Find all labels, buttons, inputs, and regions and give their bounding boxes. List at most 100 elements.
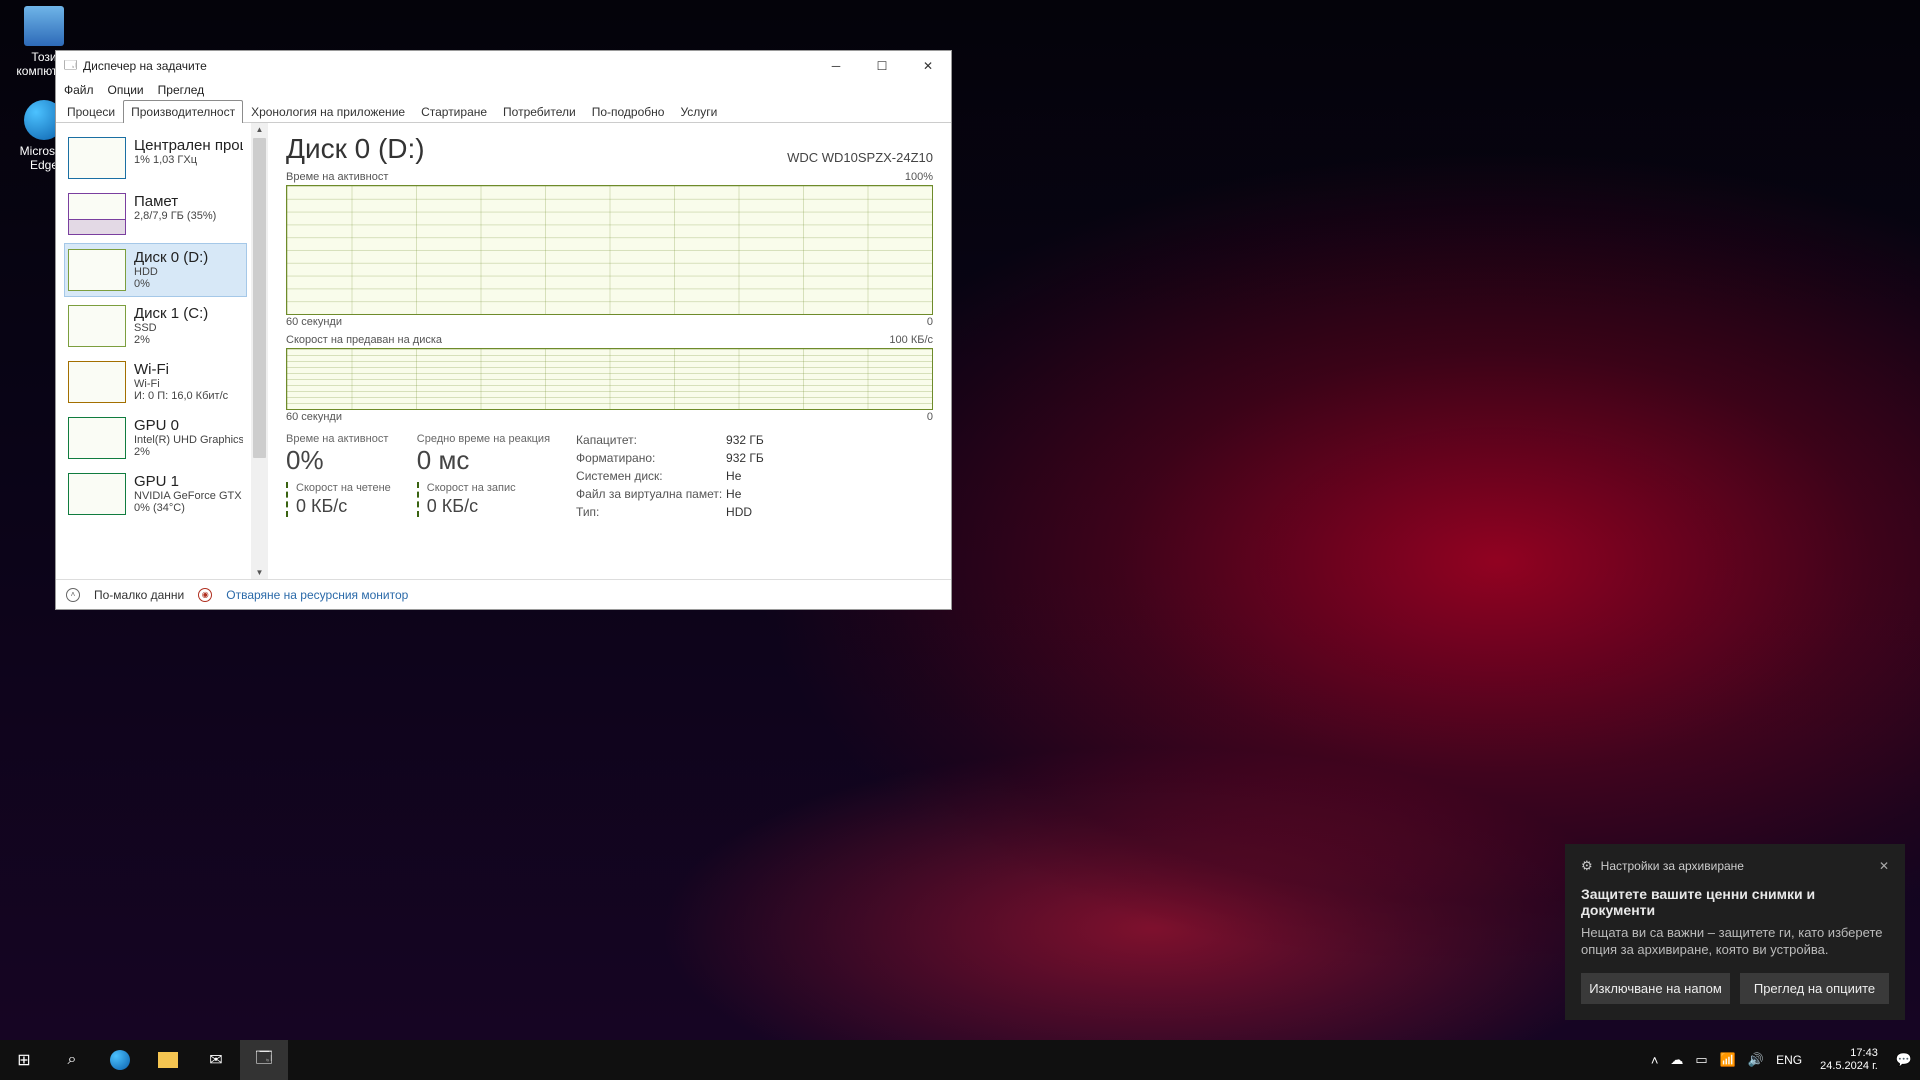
close-button[interactable]: ✕ <box>905 51 951 81</box>
backup-notification: ⚙ Настройки за архивиране ✕ Защитете ваш… <box>1565 844 1905 1020</box>
maximize-button[interactable]: ☐ <box>859 51 905 81</box>
collapse-icon[interactable]: ˄ <box>66 588 80 602</box>
tray-chevron-icon[interactable]: ˄ <box>1651 1053 1659 1068</box>
tab-apphistory[interactable]: Хронология на приложение <box>243 100 413 123</box>
cpu-thumb <box>68 137 126 179</box>
kv-val: HDD <box>726 505 933 519</box>
sidebar-item-label: Памет <box>134 193 243 210</box>
disk-thumb <box>68 305 126 347</box>
sidebar-item-wifi[interactable]: Wi-Fi Wi-Fi И: 0 П: 16,0 Кбит/с <box>64 355 247 409</box>
close-icon[interactable]: ✕ <box>1879 859 1889 873</box>
perf-main: Диск 0 (D:) WDC WD10SPZX-24Z10 Време на … <box>268 123 951 579</box>
chart-xright: 0 <box>927 316 933 328</box>
mem-thumb <box>68 193 126 235</box>
app-icon: 🗔 <box>64 56 77 77</box>
kv-key: Системен диск: <box>576 469 726 483</box>
notif-body: Нещата ви са важни – защитете ги, като и… <box>1581 924 1889 959</box>
taskbar-mail[interactable]: ✉ <box>192 1040 240 1080</box>
titlebar[interactable]: 🗔 Диспечер на задачите ─ ☐ ✕ <box>56 51 951 81</box>
stat-value: 0 мс <box>417 445 550 476</box>
kv-key: Тип: <box>576 505 726 519</box>
tab-processes[interactable]: Процеси <box>59 100 123 123</box>
net-thumb <box>68 361 126 403</box>
resmon-icon: ◉ <box>198 588 212 602</box>
taskbar-edge[interactable] <box>96 1040 144 1080</box>
tray-lang[interactable]: ENG <box>1776 1053 1802 1067</box>
sidebar-item-sub: 2,8/7,9 ГБ (35%) <box>134 210 243 222</box>
notif-title: Защитете вашите ценни снимки и документи <box>1581 886 1889 918</box>
tray-battery-icon[interactable]: ▭ <box>1695 1052 1707 1068</box>
menu-view[interactable]: Преглед <box>158 83 205 97</box>
task-manager-window: 🗔 Диспечер на задачите ─ ☐ ✕ Файл Опции … <box>55 50 952 610</box>
tab-details[interactable]: По-подробно <box>584 100 673 123</box>
sidebar-item-cpu[interactable]: Централен процесор 1% 1,03 ГХц <box>64 131 247 185</box>
open-resmon-link[interactable]: Отваряне на ресурсния монитор <box>226 588 408 602</box>
stats-row: Време на активност 0% Скорост на четене … <box>286 433 933 519</box>
tab-performance[interactable]: Производителност <box>123 100 243 123</box>
tray-time: 17:43 <box>1820 1047 1878 1060</box>
sidebar-item-disk0[interactable]: Диск 0 (D:) HDD 0% <box>64 243 247 297</box>
sidebar-item-label: GPU 1 <box>134 473 243 490</box>
search-button[interactable]: ⌕ <box>48 1040 96 1080</box>
activity-chart <box>286 185 933 315</box>
stat-label: Скорост на четене <box>296 482 391 494</box>
notif-source: Настройки за архивиране <box>1601 859 1744 873</box>
chart-xright: 0 <box>927 411 933 423</box>
sidebar-item-label: Диск 0 (D:) <box>134 249 243 266</box>
taskbar-explorer[interactable] <box>144 1040 192 1080</box>
sidebar-item-sub: SSD <box>134 322 243 334</box>
tab-services[interactable]: Услуги <box>672 100 725 123</box>
taskbar-taskmgr[interactable]: 🗔 <box>240 1040 288 1080</box>
sidebar-item-gpu0[interactable]: GPU 0 Intel(R) UHD Graphics 2% <box>64 411 247 465</box>
menu-options[interactable]: Опции <box>108 83 144 97</box>
tray-datetime[interactable]: 17:43 24.5.2024 г. <box>1814 1047 1884 1073</box>
sidebar-item-label: Wi-Fi <box>134 361 243 378</box>
gear-icon: ⚙ <box>1581 858 1593 874</box>
fewer-details-link[interactable]: По-малко данни <box>94 588 184 602</box>
scroll-down-icon[interactable]: ▼ <box>256 568 264 577</box>
activity-chart-block: Време на активност 100% 60 секунди 0 <box>286 171 933 328</box>
disk-model: WDC WD10SPZX-24Z10 <box>787 150 933 165</box>
menu-file[interactable]: Файл <box>64 83 94 97</box>
start-button[interactable]: ⊞ <box>0 1040 48 1080</box>
taskbar: ⊞ ⌕ ✉ 🗔 ˄ ☁ ▭ 📶 🔊 ENG 17:43 24.5.2024 г.… <box>0 1040 1920 1080</box>
scroll-up-icon[interactable]: ▲ <box>256 125 264 134</box>
minimize-button[interactable]: ─ <box>813 51 859 81</box>
chart-xleft: 60 секунди <box>286 316 342 328</box>
sidebar-item-sub: И: 0 П: 16,0 Кбит/с <box>134 390 243 402</box>
kv-val: 932 ГБ <box>726 451 933 465</box>
gpu-thumb <box>68 473 126 515</box>
chart-label: Време на активност <box>286 171 388 183</box>
tab-bar: Процеси Производителност Хронология на п… <box>56 100 951 123</box>
stat-value: 0% <box>286 445 391 476</box>
scroll-thumb[interactable] <box>253 138 266 458</box>
kv-val: Не <box>726 487 933 501</box>
sidebar-item-sub: 2% <box>134 334 243 346</box>
notif-view-button[interactable]: Преглед на опциите <box>1740 973 1889 1004</box>
sidebar-item-memory[interactable]: Памет 2,8/7,9 ГБ (35%) <box>64 187 247 241</box>
gpu-thumb <box>68 417 126 459</box>
tray-volume-icon[interactable]: 🔊 <box>1748 1052 1764 1068</box>
sidebar-scrollbar[interactable]: ▲ ▼ <box>251 123 268 579</box>
sidebar-item-label: GPU 0 <box>134 417 243 434</box>
kv-key: Форматирано: <box>576 451 726 465</box>
sidebar-item-sub: HDD <box>134 266 243 278</box>
tab-startup[interactable]: Стартиране <box>413 100 495 123</box>
tray-wifi-icon[interactable]: 📶 <box>1720 1052 1736 1068</box>
tray-date: 24.5.2024 г. <box>1820 1060 1878 1073</box>
tray-onedrive-icon[interactable]: ☁ <box>1670 1052 1683 1068</box>
chart-max: 100% <box>905 171 933 183</box>
tray-notifications-icon[interactable]: 💬 <box>1896 1052 1912 1068</box>
sidebar-item-sub: 2% <box>134 446 243 458</box>
page-title: Диск 0 (D:) <box>286 133 425 165</box>
tab-users[interactable]: Потребители <box>495 100 584 123</box>
window-title: Диспечер на задачите <box>83 59 813 73</box>
kv-val: 932 ГБ <box>726 433 933 447</box>
sidebar-item-sub: NVIDIA GeForce GTX <box>134 490 243 502</box>
stat-label: Скорост на запис <box>427 482 550 494</box>
chart-max: 100 КБ/с <box>889 334 933 346</box>
sidebar-item-gpu1[interactable]: GPU 1 NVIDIA GeForce GTX 0% (34°C) <box>64 467 247 521</box>
sidebar-item-disk1[interactable]: Диск 1 (C:) SSD 2% <box>64 299 247 353</box>
notif-dismiss-button[interactable]: Изключване на напом <box>1581 973 1730 1004</box>
menubar: Файл Опции Преглед <box>56 81 951 100</box>
